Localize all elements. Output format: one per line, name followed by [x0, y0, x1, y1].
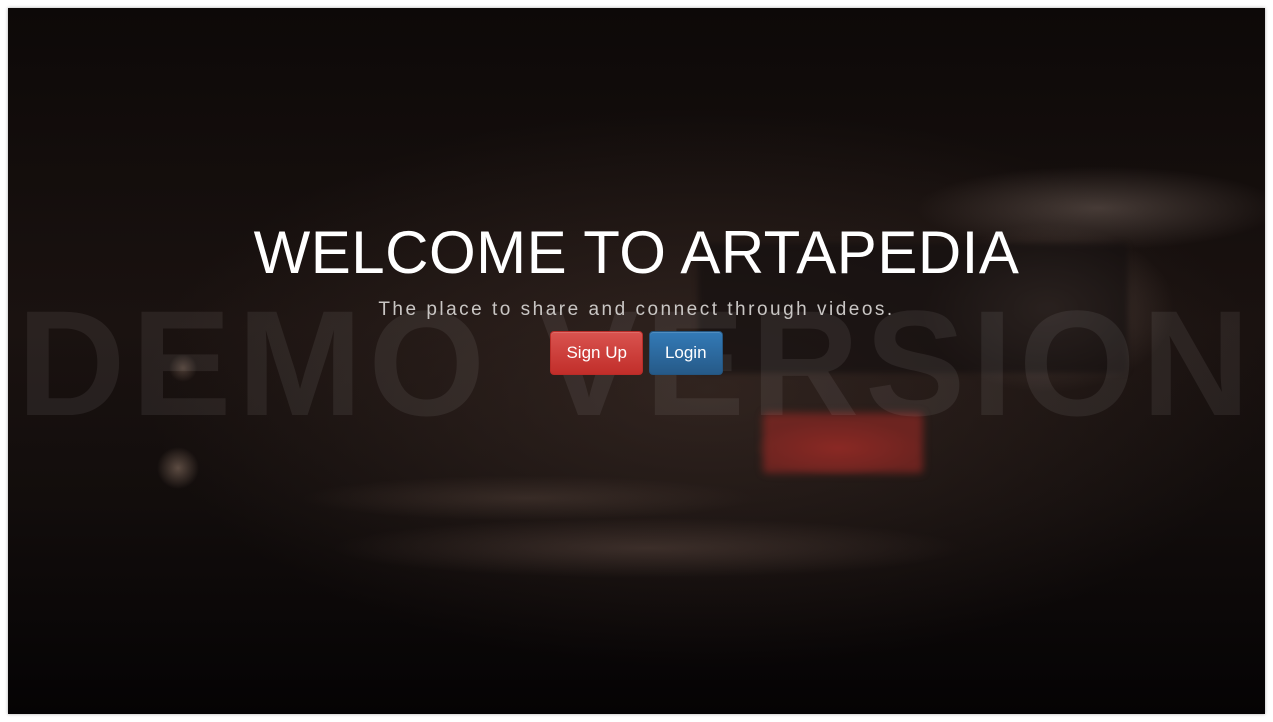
sign-up-button[interactable]: Sign Up [550, 331, 643, 375]
page-title: WELCOME TO ARTAPEDIA [253, 219, 1020, 286]
login-button[interactable]: Login [648, 331, 723, 375]
auth-actions: Sign Up Login [8, 331, 1265, 375]
landing-page: DEMO VERSION WELCOME TO ARTAPEDIA The pl… [8, 8, 1265, 714]
hero-section: WELCOME TO ARTAPEDIA The place to share … [8, 213, 1265, 375]
page-subtitle: The place to share and connect through v… [378, 299, 895, 320]
cartridge-shape [763, 413, 923, 473]
